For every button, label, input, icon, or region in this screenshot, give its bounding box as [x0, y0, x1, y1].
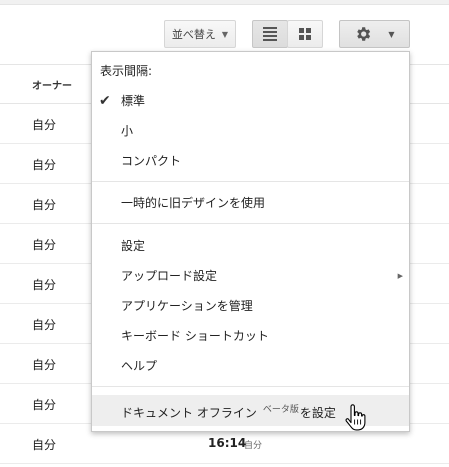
list-view-icon [263, 27, 277, 41]
owner-cell: 自分 [32, 278, 57, 292]
top-bar [0, 0, 449, 5]
chevron-down-icon: ▼ [221, 29, 229, 39]
beta-label: ベータ版 [262, 405, 299, 415]
owner-cell: 自分 [32, 438, 57, 452]
menu-item-density-compact[interactable]: コンパクト [92, 148, 409, 174]
submenu-arrow-icon: ▶ [397, 272, 403, 280]
owner-cell: 自分 [32, 318, 57, 332]
owner-cell: 自分 [32, 398, 57, 412]
menu-item-label: ドキュメント オフライン [121, 406, 257, 420]
menu-divider [92, 181, 409, 182]
density-heading: 表示間隔: [100, 64, 153, 78]
owner-cell: 自分 [32, 238, 57, 252]
menu-item-label: 標準 [121, 94, 146, 108]
owner-cell: 自分 [32, 158, 57, 172]
list-view-button[interactable] [252, 20, 288, 48]
modified-time: 16:14 [208, 436, 247, 450]
modified-by: 自分 [244, 441, 263, 451]
menu-item-help[interactable]: ヘルプ [92, 353, 409, 379]
menu-item-upload-settings[interactable]: アップロード設定 ▶ [92, 263, 409, 289]
sort-button[interactable]: 並べ替え ▼ [164, 20, 236, 48]
grid-view-button[interactable] [287, 20, 323, 48]
owner-cell: 自分 [32, 358, 57, 372]
menu-item-label: コンパクト [121, 154, 182, 168]
menu-item-label-suffix: を設定 [299, 406, 336, 420]
settings-menu: 表示間隔: ✔ 標準 小 コンパクト 一時的に旧デザインを使用 設定 アップロー… [91, 51, 410, 432]
menu-item-old-design[interactable]: 一時的に旧デザインを使用 [92, 190, 409, 216]
settings-button[interactable]: ▼ [339, 20, 410, 48]
menu-item-settings[interactable]: 設定 [92, 233, 409, 259]
hand-cursor-icon [345, 404, 366, 431]
menu-item-keyboard-shortcuts[interactable]: キーボード ショートカット [92, 323, 409, 349]
menu-item-label: 小 [121, 124, 134, 138]
menu-item-label: キーボード ショートカット [121, 329, 269, 343]
menu-item-label: ヘルプ [121, 359, 158, 373]
gear-icon [357, 27, 371, 41]
menu-divider [92, 386, 409, 387]
menu-item-density-standard[interactable]: ✔ 標準 [92, 88, 409, 114]
check-icon: ✔ [99, 93, 111, 109]
menu-item-label: アップロード設定 [121, 269, 218, 283]
menu-item-label: アプリケーションを管理 [121, 299, 253, 313]
chevron-down-icon: ▼ [388, 29, 395, 39]
menu-item-label: 一時的に旧デザインを使用 [121, 196, 266, 210]
menu-item-manage-apps[interactable]: アプリケーションを管理 [92, 293, 409, 319]
drive-page: 並べ替え ▼ ▼ オーナー 自分 自分 自分 自分 自分 自分 自分 自分 自分… [0, 0, 449, 467]
menu-divider [92, 223, 409, 224]
owner-column-header[interactable]: オーナー [32, 77, 72, 92]
grid-view-icon [299, 28, 311, 40]
menu-item-label: 設定 [121, 239, 146, 253]
sort-button-label: 並べ替え [171, 28, 216, 41]
owner-cell: 自分 [32, 198, 57, 212]
menu-item-density-small[interactable]: 小 [92, 118, 409, 144]
owner-cell: 自分 [32, 118, 57, 132]
